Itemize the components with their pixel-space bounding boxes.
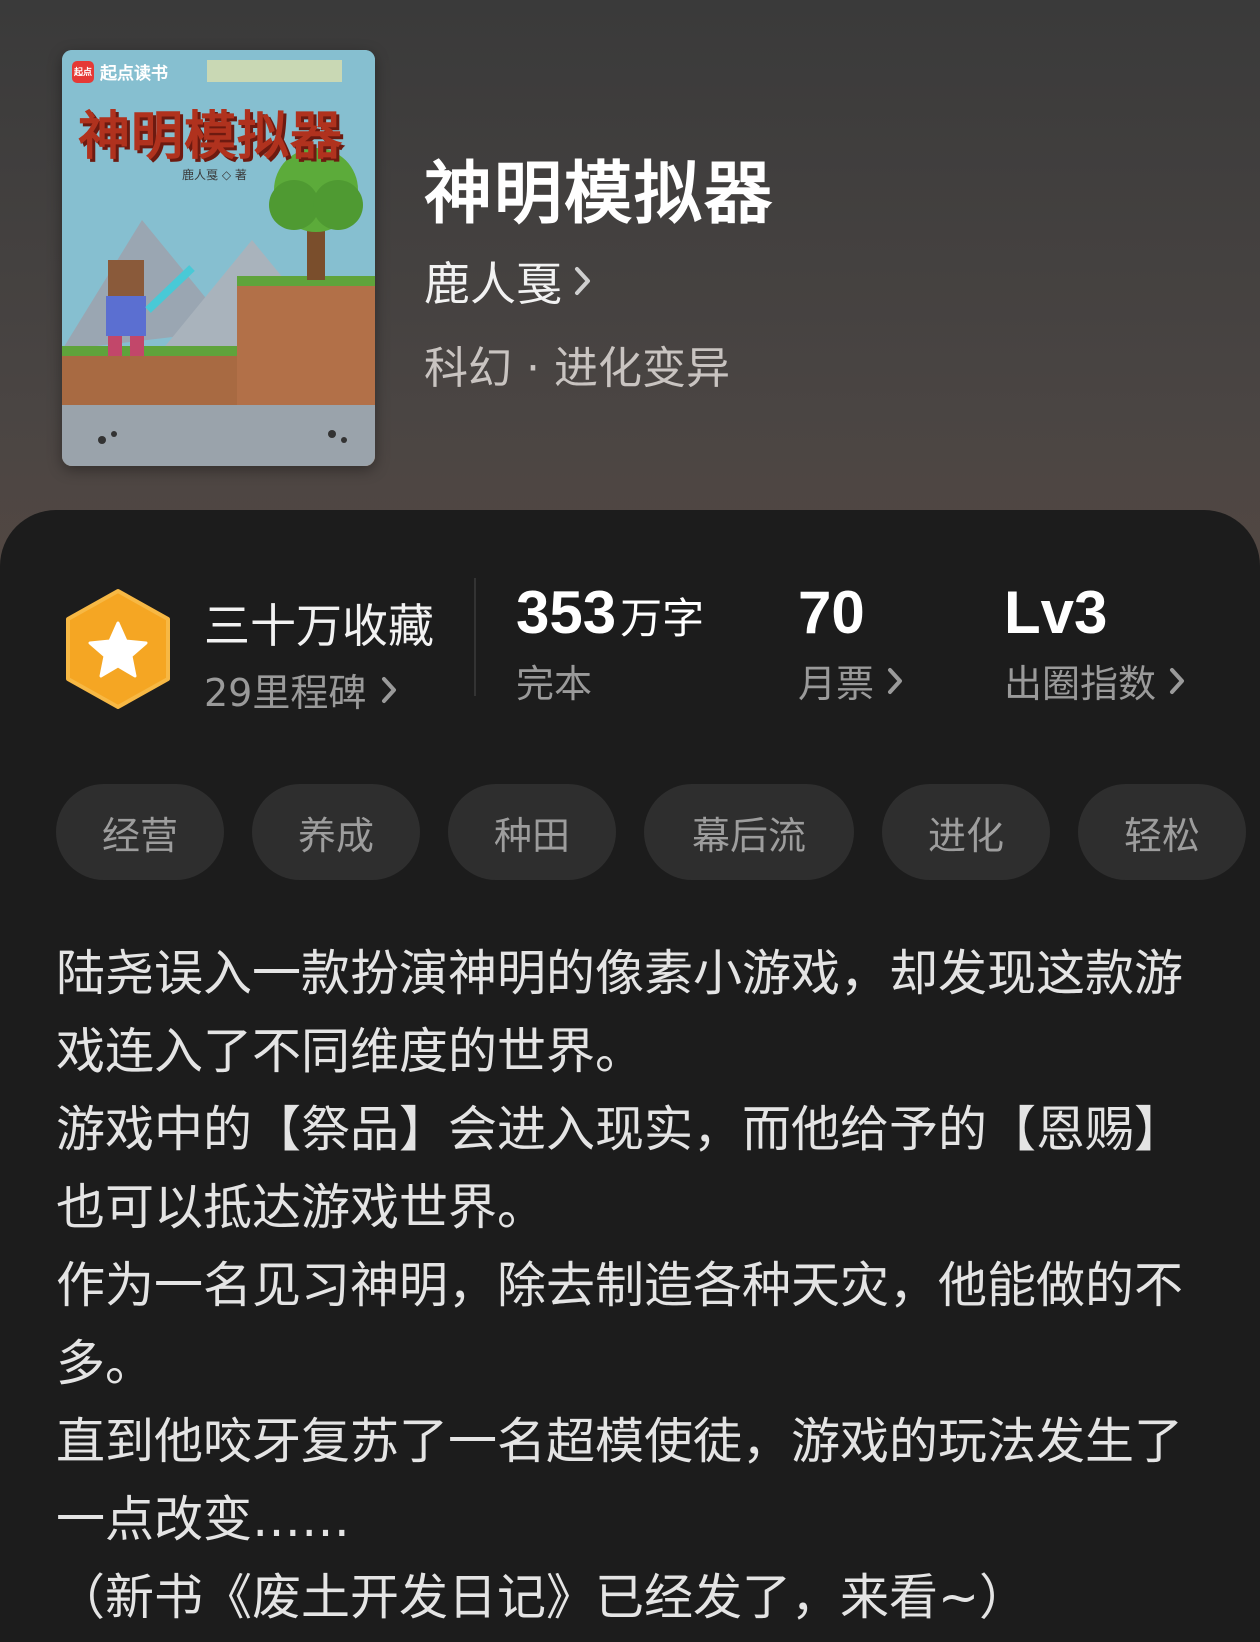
chevron-right-icon	[1170, 667, 1185, 694]
popularity-label: 出圈指数	[1004, 662, 1157, 706]
book-cover[interactable]: 起点 起点读书 神明模拟器 鹿人戛 ◇ 著	[62, 50, 375, 466]
tag-chip[interactable]: 经营	[56, 784, 224, 880]
tag-chip[interactable]: 轻松	[1078, 784, 1246, 880]
monthly-votes-stat[interactable]: 70 月票	[798, 578, 904, 708]
tag-chip[interactable]: 进化	[882, 784, 1050, 880]
chevron-right-icon	[382, 676, 397, 703]
description-paragraph: 陆尧误入一款扮演神明的像素小游戏，却发现这款游戏连入了不同维度的世界。	[56, 945, 1184, 1080]
cover-author: 鹿人戛 ◇ 著	[182, 168, 247, 182]
milestones-link[interactable]: 29里程碑	[204, 662, 398, 717]
author-name: 鹿人戛	[424, 257, 562, 311]
qidian-logo-icon: 起点	[72, 60, 94, 83]
author-link[interactable]: 鹿人戛	[424, 248, 594, 314]
description-paragraph: 游戏中的【祭品】会进入现实，而他给予的【恩赐】也可以抵达游戏世界。	[56, 1101, 1184, 1236]
book-genre[interactable]: 科幻 · 进化变异	[424, 332, 730, 396]
cover-title: 神明模拟器	[78, 107, 344, 167]
chevron-right-icon	[888, 667, 903, 694]
popularity-level: Lv3	[1004, 579, 1108, 646]
word-count-unit: 万字	[620, 594, 705, 643]
cover-brand-label: 起点读书	[100, 64, 168, 84]
tag-chip[interactable]: 种田	[448, 784, 616, 880]
popularity-stat[interactable]: Lv3 出圈指数	[1004, 578, 1186, 708]
word-count-number: 353	[516, 579, 617, 646]
tag-chip[interactable]: 幕后流	[644, 784, 854, 880]
monthly-votes-label: 月票	[798, 662, 875, 706]
book-header: 起点 起点读书 神明模拟器 鹿人戛 ◇ 著 神明模拟器 鹿人戛 科幻 · 进化变…	[0, 0, 1260, 520]
tag-list: 经营 养成 种田 幕后流 进化 轻松	[56, 784, 1246, 880]
milestones-label: 29里程碑	[204, 671, 367, 715]
word-count-stat: 353万字 完本	[516, 578, 704, 708]
star-badge-icon	[66, 589, 170, 709]
description-paragraph: 直到他咬牙复苏了一名超模使徒，游戏的玩法发生了一点改变……	[56, 1413, 1184, 1548]
tag-chip[interactable]: 养成	[252, 784, 420, 880]
description-paragraph: （新书《废土开发日记》已经发了，来看~）	[56, 1569, 1029, 1626]
description-paragraph: 作为一名见习神明，除去制造各种天灾，他能做的不多。	[56, 1257, 1184, 1392]
book-status: 完本	[516, 662, 593, 706]
book-title: 神明模拟器	[424, 154, 775, 234]
stats-divider	[474, 578, 476, 696]
cover-brand: 起点 起点读书	[72, 59, 168, 84]
collect-title: 三十万收藏	[204, 599, 434, 653]
monthly-votes-number: 70	[798, 579, 865, 646]
chevron-right-icon	[575, 267, 590, 295]
book-description[interactable]: 陆尧误入一款扮演神明的像素小游戏，却发现这款游戏连入了不同维度的世界。 游戏中的…	[56, 935, 1216, 1637]
